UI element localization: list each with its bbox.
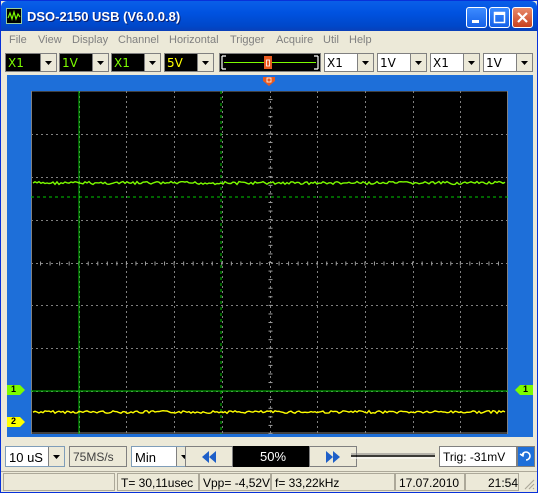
resize-grip-icon[interactable] (523, 478, 535, 490)
close-button[interactable] (512, 7, 533, 28)
menu-horizontal[interactable]: Horizontal (169, 34, 219, 46)
minimize-button[interactable] (466, 7, 487, 28)
chevron-down-icon[interactable] (144, 54, 160, 71)
status-vpp-cell: Vpp= -4,52V (199, 473, 271, 491)
ch2-trace (32, 409, 506, 415)
math-volts-value: 1V (380, 56, 396, 70)
status-bar: T= 30,11usec Vpp= -4,52V f= 33,22kHz 17.… (1, 471, 537, 492)
ref-volts-value: 1V (486, 56, 502, 70)
chevron-down-icon[interactable] (463, 54, 479, 71)
ch2-probe-value: X1 (114, 56, 130, 70)
trigger-level-marker[interactable]: 1 (515, 384, 533, 395)
status-date: 17.07.2010 (399, 476, 460, 490)
status-time: T= 30,11usec (121, 476, 194, 490)
scope-grid (31, 91, 508, 434)
menu-trigger[interactable]: Trigger (230, 34, 264, 46)
timebase-value: 10 uS (9, 450, 43, 465)
acquisition-mode-select[interactable]: Min (131, 446, 193, 467)
menu-display[interactable]: Display (72, 34, 108, 46)
status-freq-cell: f= 33,22kHz (271, 473, 395, 491)
sample-rate-display: 75MS/s (69, 446, 127, 467)
app-window: DSO-2150 USB (V6.0.0.8) File View Displa… (0, 0, 538, 493)
ch2-level-marker[interactable]: 2 (7, 416, 25, 427)
menu-view[interactable]: View (38, 34, 62, 46)
status-clock-cell: 21:54 (465, 473, 519, 491)
ref-probe-select[interactable]: X1 (430, 53, 480, 72)
chevron-down-icon[interactable] (357, 54, 373, 71)
trigger-level-slider[interactable] (349, 448, 437, 465)
sample-rate-value: 75MS/s (73, 450, 114, 464)
ch1-volts-value: 1V (62, 56, 78, 70)
chevron-down-icon[interactable] (516, 54, 532, 71)
status-vpp: Vpp= -4,52V (203, 476, 271, 490)
status-empty-cell (3, 473, 115, 491)
acquisition-mode-value: Min (135, 450, 156, 465)
double-left-arrow-icon (202, 451, 216, 463)
chevron-down-icon[interactable] (410, 54, 426, 71)
menu-help[interactable]: Help (349, 34, 372, 46)
ch2-probe-select[interactable]: X1 (111, 53, 161, 72)
trigger-marker-label: 1 (523, 384, 529, 394)
status-date-cell: 17.07.2010 (395, 473, 465, 491)
title-bar[interactable]: DSO-2150 USB (V6.0.0.8) (1, 1, 537, 31)
ch1-marker-label: 1 (11, 384, 17, 394)
ch1-probe-value: X1 (8, 56, 24, 70)
ch1-level-marker[interactable]: 1 (7, 384, 25, 395)
menu-bar: File View Display Channel Horizontal Tri… (1, 31, 537, 51)
menu-file[interactable]: File (9, 34, 27, 46)
trigger-position-display: 50% (233, 446, 313, 467)
trigger-level-value: Trig: -31mV (443, 450, 506, 464)
maximize-button[interactable] (489, 7, 510, 28)
double-right-arrow-icon (326, 451, 340, 463)
ch2-marker-label: 2 (11, 416, 17, 426)
math-probe-select[interactable]: X1 (324, 53, 374, 72)
chevron-down-icon[interactable] (48, 447, 64, 466)
timebase-select[interactable]: 10 uS (5, 446, 65, 467)
ch2-volts-select[interactable]: 5V (164, 53, 214, 72)
ref-probe-value: X1 (433, 56, 449, 70)
math-volts-select[interactable]: 1V (377, 53, 427, 72)
shift-left-button[interactable] (185, 446, 233, 467)
chevron-down-icon[interactable] (92, 54, 108, 71)
status-frequency: f= 33,22kHz (275, 476, 340, 490)
status-time-cell: T= 30,11usec (117, 473, 199, 491)
refresh-icon[interactable] (517, 446, 535, 467)
scope-display[interactable] (31, 91, 508, 434)
channel-toolbar: X1 1V X1 5V X1 1V X1 1V (1, 51, 537, 75)
chevron-down-icon[interactable] (197, 54, 213, 71)
trigger-level-display: Trig: -31mV (439, 446, 517, 467)
ch1-probe-select[interactable]: X1 (5, 53, 57, 72)
trigger-time-marker[interactable] (263, 77, 281, 87)
menu-acquire[interactable]: Acquire (276, 34, 313, 46)
trigger-position-slider[interactable] (219, 53, 321, 72)
ref-volts-select[interactable]: 1V (483, 53, 533, 72)
ch2-volts-value: 5V (167, 56, 183, 70)
trigger-position-value: 50% (259, 449, 287, 464)
status-clock: 21:54 (488, 476, 519, 490)
ch1-volts-select[interactable]: 1V (59, 53, 109, 72)
menu-channel[interactable]: Channel (118, 34, 159, 46)
bottom-control-bar: 10 uS 75MS/s Min 50% Trig: -31mV (1, 444, 537, 470)
chevron-down-icon[interactable] (40, 54, 56, 71)
ch1-trace (32, 180, 506, 186)
oscilloscope-icon[interactable] (6, 8, 22, 24)
window-title: DSO-2150 USB (V6.0.0.8) (27, 9, 181, 24)
menu-util[interactable]: Util (323, 34, 339, 46)
math-probe-value: X1 (327, 56, 343, 70)
